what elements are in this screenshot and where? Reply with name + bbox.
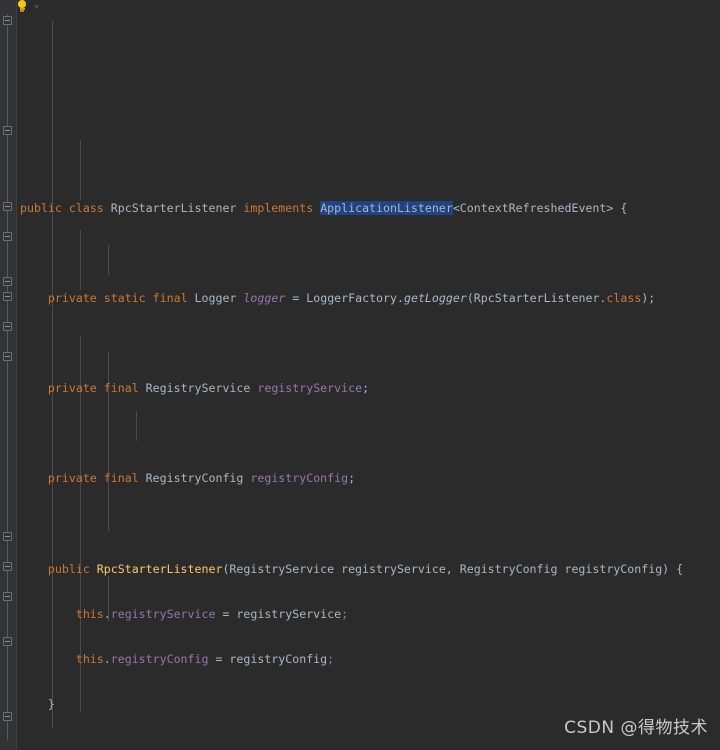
- fold-marker[interactable]: [3, 126, 12, 135]
- code-line: this.registryService = registryService;: [75, 606, 349, 621]
- fold-marker[interactable]: [3, 16, 12, 25]
- fold-marker[interactable]: [3, 562, 12, 571]
- selected-token: ApplicationListener: [320, 201, 453, 216]
- fold-marker[interactable]: [3, 202, 12, 211]
- code-line: public RpcStarterListener(RegistryServic…: [47, 561, 684, 576]
- code-line: private final RegistryConfig registryCon…: [47, 471, 356, 486]
- fold-marker[interactable]: [3, 592, 12, 601]
- fold-marker[interactable]: [3, 322, 12, 331]
- fold-marker[interactable]: [3, 277, 12, 286]
- fold-marker[interactable]: [3, 712, 12, 721]
- fold-marker[interactable]: [3, 232, 12, 241]
- code-editor-window: ⌄ public class RpcStarterListener implem…: [0, 0, 720, 750]
- code-line: private static final Logger logger = Log…: [47, 291, 656, 306]
- code-content[interactable]: public class RpcStarterListener implemen…: [16, 0, 720, 750]
- code-line: public class RpcStarterListener implemen…: [20, 201, 628, 216]
- code-line: this.registryConfig = registryConfig;: [75, 651, 335, 666]
- fold-guide-line: [7, 14, 8, 740]
- editor-gutter[interactable]: [0, 0, 17, 750]
- fold-marker[interactable]: [3, 352, 12, 361]
- code-line: }: [47, 696, 55, 711]
- fold-marker[interactable]: [3, 637, 12, 646]
- csdn-watermark: CSDN @得物技术: [564, 718, 708, 738]
- indent-guide: [52, 21, 53, 728]
- fold-marker[interactable]: [3, 532, 12, 541]
- fold-marker[interactable]: [3, 292, 12, 301]
- indent-guide: [80, 140, 81, 200]
- code-line: private final RegistryService registrySe…: [47, 381, 370, 396]
